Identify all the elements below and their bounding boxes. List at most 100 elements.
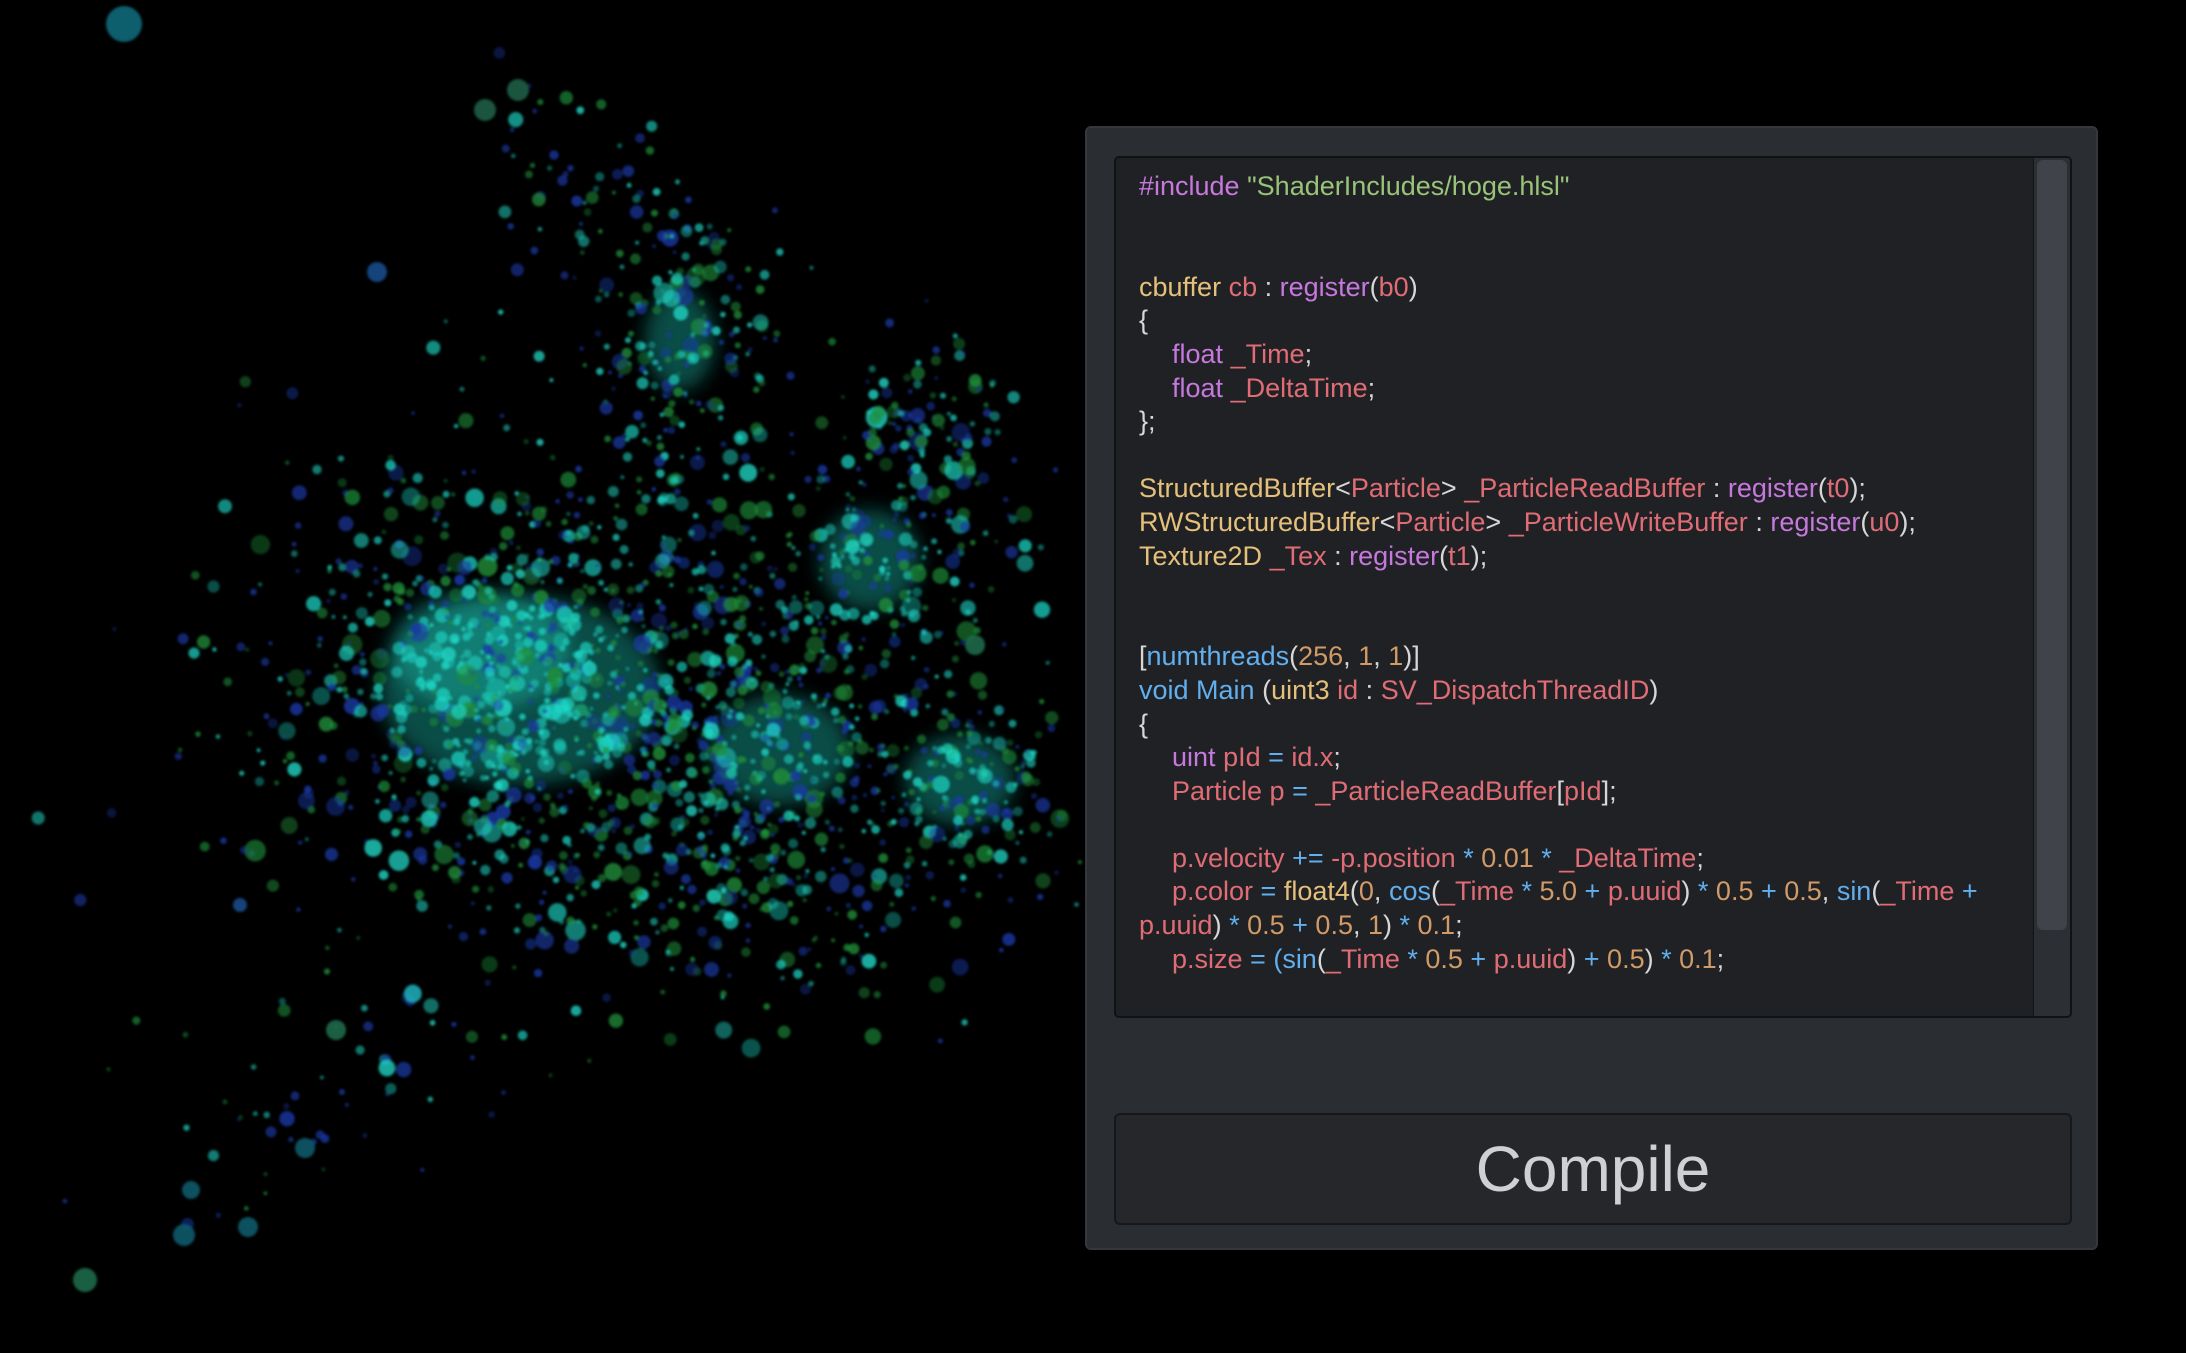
particle bbox=[591, 795, 598, 802]
particle bbox=[750, 730, 759, 739]
particle bbox=[484, 979, 491, 987]
particle bbox=[926, 781, 934, 789]
code-token: ); bbox=[1470, 540, 1488, 571]
particle bbox=[305, 669, 312, 676]
code-token: * bbox=[1399, 943, 1426, 974]
particle bbox=[474, 99, 496, 121]
code-editor[interactable]: #include "ShaderIncludes/hoge.hlsl"​​cbu… bbox=[1114, 156, 2072, 1018]
particle bbox=[722, 473, 730, 480]
code-token: * bbox=[1533, 842, 1560, 873]
particle bbox=[467, 627, 472, 633]
particle bbox=[768, 873, 784, 889]
particle bbox=[670, 272, 684, 285]
code-token: cb bbox=[1228, 271, 1258, 302]
particle bbox=[965, 815, 976, 826]
particle bbox=[587, 586, 597, 595]
particle bbox=[441, 724, 446, 728]
particle bbox=[429, 717, 439, 727]
particle bbox=[720, 990, 727, 997]
code-token: StructuredBuffer bbox=[1139, 473, 1336, 504]
particle bbox=[753, 811, 758, 816]
particle bbox=[484, 666, 495, 677]
particle bbox=[496, 664, 501, 669]
particle bbox=[629, 292, 643, 305]
particle bbox=[888, 421, 892, 425]
particle bbox=[825, 692, 831, 699]
particle bbox=[872, 873, 878, 879]
particle bbox=[571, 195, 583, 207]
particle bbox=[750, 758, 756, 764]
compile-button[interactable]: Compile bbox=[1114, 1113, 2072, 1225]
particle bbox=[318, 754, 327, 763]
particle bbox=[331, 614, 336, 620]
particle bbox=[859, 547, 865, 554]
particle bbox=[335, 558, 342, 565]
particle bbox=[706, 560, 725, 579]
particle bbox=[477, 701, 485, 709]
code-token: _ParticleReadBuffer bbox=[1315, 775, 1557, 806]
editor-scrollbar[interactable] bbox=[2033, 158, 2070, 1016]
particle bbox=[778, 671, 785, 678]
particle bbox=[923, 546, 928, 552]
particle bbox=[970, 539, 976, 546]
particle bbox=[582, 822, 590, 829]
particle bbox=[747, 322, 753, 328]
particle bbox=[406, 652, 418, 664]
particle bbox=[867, 764, 872, 769]
particle bbox=[706, 669, 716, 679]
particle bbox=[471, 469, 477, 474]
particle bbox=[641, 494, 651, 504]
particle bbox=[783, 810, 795, 822]
particle bbox=[807, 794, 817, 804]
particle bbox=[939, 805, 946, 812]
particle bbox=[400, 477, 407, 484]
particle bbox=[804, 817, 817, 829]
particle bbox=[767, 898, 779, 909]
code-token: = bbox=[1260, 742, 1292, 773]
particle bbox=[704, 400, 713, 409]
particle bbox=[633, 898, 642, 907]
particle bbox=[549, 807, 560, 818]
particle bbox=[774, 578, 786, 590]
particle bbox=[669, 234, 674, 239]
particle bbox=[979, 790, 988, 800]
particle bbox=[407, 631, 413, 637]
particle bbox=[750, 535, 757, 542]
particle bbox=[548, 1073, 553, 1078]
particle bbox=[816, 703, 822, 709]
particle bbox=[531, 558, 551, 577]
particle bbox=[741, 452, 751, 463]
particle bbox=[898, 410, 905, 417]
particle bbox=[468, 617, 479, 628]
particle bbox=[594, 330, 602, 337]
particle bbox=[885, 911, 902, 928]
particle bbox=[949, 576, 960, 587]
shader-source-code[interactable]: #include "ShaderIncludes/hoge.hlsl"​​cbu… bbox=[1139, 170, 2034, 976]
particle bbox=[757, 707, 766, 715]
particle bbox=[567, 859, 573, 865]
particle bbox=[378, 809, 393, 823]
particle bbox=[557, 175, 568, 186]
particle bbox=[880, 925, 887, 933]
editor-scrollbar-thumb[interactable] bbox=[2037, 160, 2067, 930]
particle bbox=[948, 859, 955, 866]
particle bbox=[608, 930, 622, 945]
render-viewport: #include "ShaderIncludes/hoge.hlsl"​​cbu… bbox=[0, 0, 2186, 1353]
particle bbox=[352, 570, 361, 578]
particle bbox=[668, 374, 680, 386]
particle bbox=[472, 579, 480, 586]
particle bbox=[528, 687, 533, 693]
particle bbox=[722, 889, 738, 906]
particle bbox=[630, 723, 636, 729]
particle bbox=[430, 689, 437, 695]
particle bbox=[700, 236, 710, 246]
particle bbox=[687, 651, 703, 668]
particle bbox=[507, 223, 514, 230]
particle bbox=[629, 823, 636, 830]
particle bbox=[873, 573, 882, 582]
particle bbox=[951, 422, 970, 442]
particle bbox=[890, 818, 897, 825]
particle bbox=[533, 350, 545, 362]
particle bbox=[699, 899, 706, 906]
particle bbox=[529, 794, 536, 801]
